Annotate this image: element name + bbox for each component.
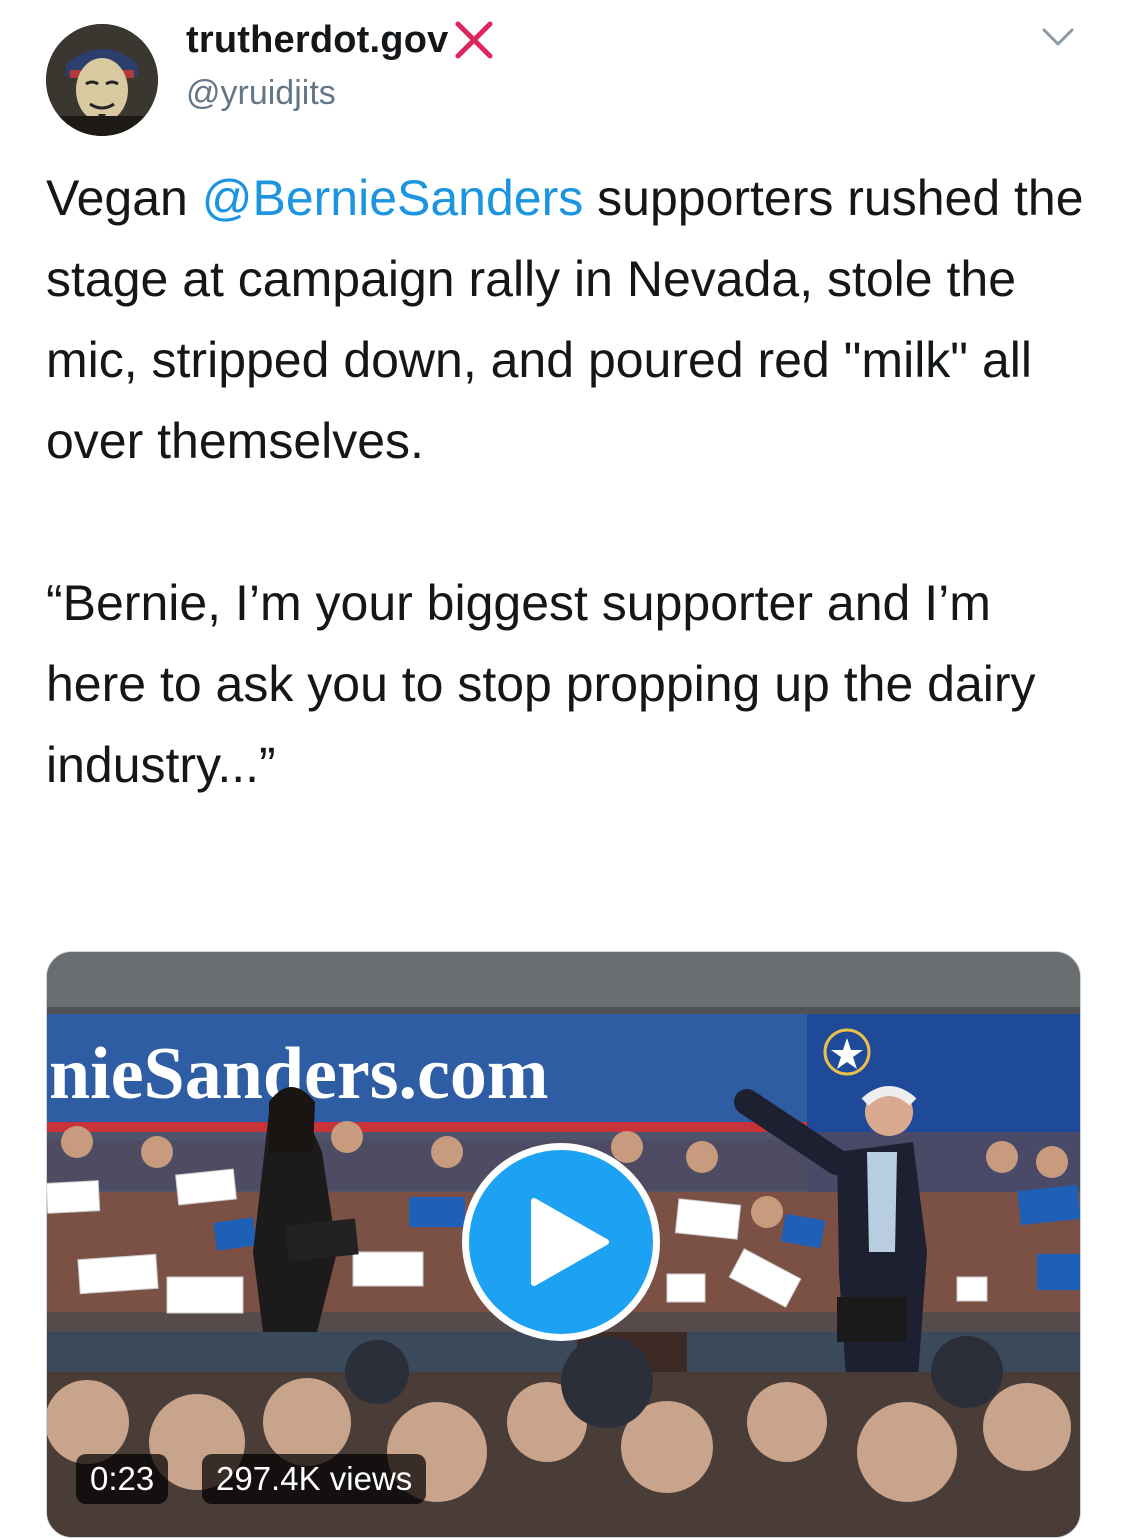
masked-face-avatar xyxy=(46,24,158,136)
chevron-down-icon[interactable] xyxy=(1040,22,1076,50)
tweet-text-start: Vegan xyxy=(46,170,202,226)
author-avatar[interactable] xyxy=(46,24,158,136)
video-views: 297.4K views xyxy=(202,1454,427,1504)
author-handle[interactable]: @yruidjits xyxy=(186,74,336,113)
tweet-text-rest: supporters rushed the stage at campaign … xyxy=(46,170,1084,793)
video-duration: 0:23 xyxy=(76,1454,169,1504)
tweet-text: Vegan @BernieSanders supporters rushed t… xyxy=(46,158,1086,806)
play-icon xyxy=(531,1198,609,1286)
author-display-name[interactable]: trutherdot.gov xyxy=(186,19,448,62)
mention-link[interactable]: @BernieSanders xyxy=(202,170,584,226)
author-name-row[interactable]: trutherdot.gov xyxy=(186,18,496,62)
red-x-icon xyxy=(455,21,493,59)
play-button[interactable] xyxy=(462,1143,660,1341)
